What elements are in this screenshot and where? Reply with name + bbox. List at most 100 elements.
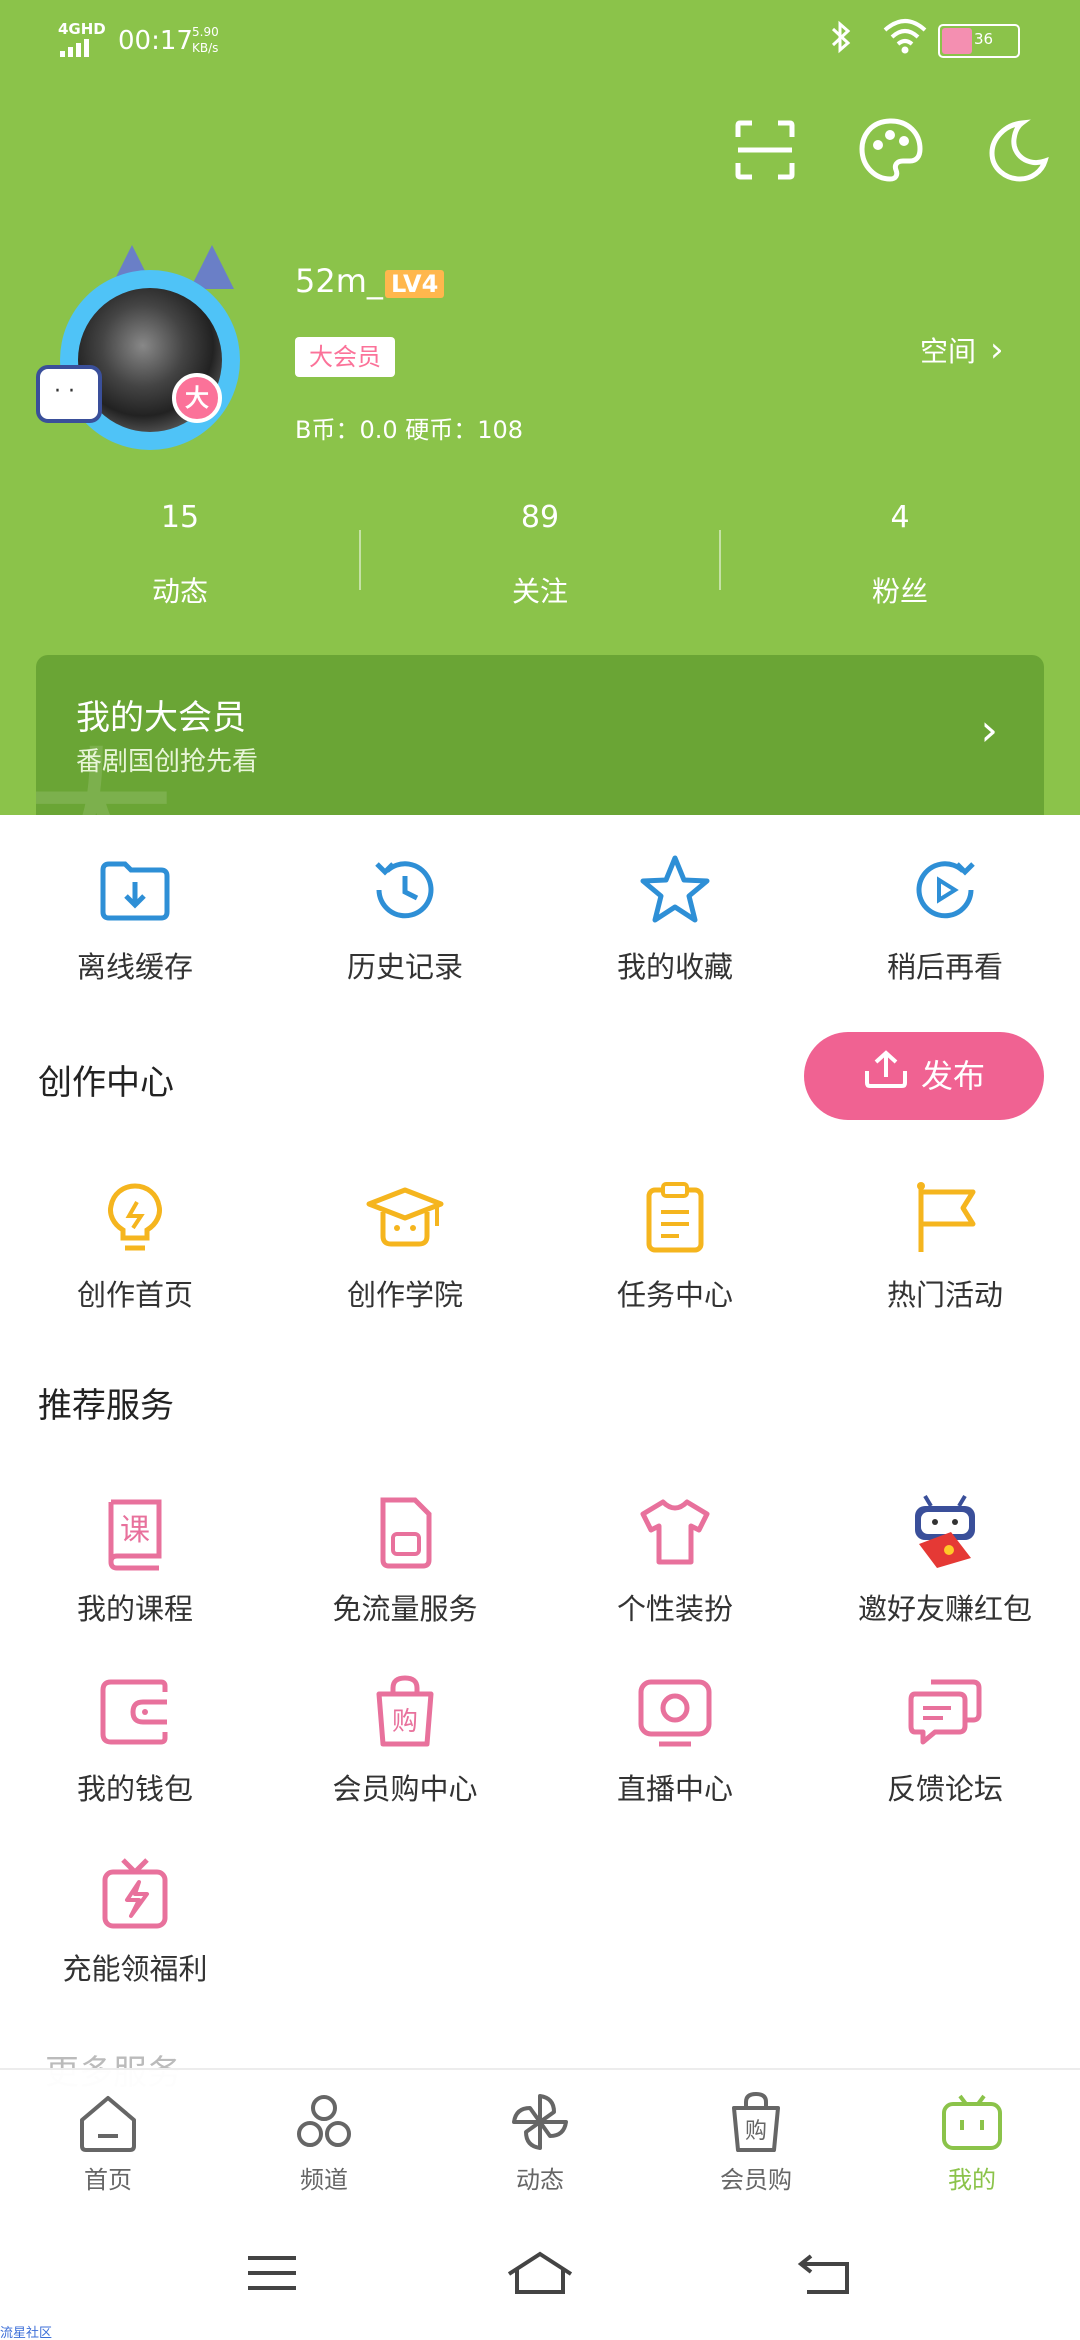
home-icon [76, 2090, 140, 2154]
publish-label: 发布 [920, 1057, 985, 1095]
coin-balance: B币：0.0 硬币：108 [295, 416, 524, 444]
system-home-icon[interactable] [505, 2248, 575, 2298]
clock-time: 00:17 [118, 26, 193, 56]
vip-banner-title: 我的大会员 [76, 698, 246, 738]
channel-icon [292, 2090, 356, 2154]
services-title: 推荐服务 [38, 1386, 174, 1426]
stat-following[interactable]: 89 关注 [360, 500, 720, 610]
stat-count: 15 [160, 500, 200, 535]
service-item-label: 直播中心 [616, 1772, 733, 1806]
service-item-dress-up[interactable]: 个性装扮 [540, 1492, 810, 1628]
quick-item-favorites[interactable]: 我的收藏 [540, 850, 810, 986]
service-item-label: 会员购中心 [332, 1772, 478, 1806]
service-item-label: 邀好友赚红包 [857, 1592, 1032, 1626]
nav-label: 我的 [948, 2166, 996, 2194]
network-speed: 5.90 KB/s [192, 25, 219, 55]
service-item-courses[interactable]: 课 我的课程 [0, 1492, 270, 1628]
wallet-icon [95, 1672, 175, 1752]
stat-label: 动态 [151, 575, 208, 608]
course-book-icon: 课 [95, 1492, 175, 1572]
service-item-label: 反馈论坛 [886, 1772, 1003, 1806]
svg-text:课: 课 [120, 1513, 150, 1548]
nav-dynamics[interactable]: 动态 [432, 2090, 648, 2195]
shop-bag-icon: 购 [724, 2090, 788, 2154]
tshirt-icon [635, 1492, 715, 1572]
nav-label: 频道 [300, 2166, 348, 2194]
creation-item-label: 创作学院 [346, 1278, 463, 1312]
quick-item-label: 历史记录 [346, 950, 463, 984]
quick-item-history[interactable]: 历史记录 [270, 850, 540, 986]
vip-banner-subtitle: 番剧国创抢先看 [76, 747, 259, 777]
chevron-right-icon: › [990, 330, 1004, 370]
publish-button[interactable]: 发布 [804, 1032, 1044, 1120]
quick-item-label: 稍后再看 [886, 950, 1003, 984]
nav-label: 会员购 [720, 2166, 792, 2194]
star-icon [635, 850, 715, 930]
nav-label: 动态 [516, 2166, 564, 2194]
service-item-vip-shop[interactable]: 购 会员购中心 [270, 1672, 540, 1808]
quick-item-offline-cache[interactable]: 离线缓存 [0, 850, 270, 986]
creation-item-home[interactable]: 创作首页 [0, 1178, 270, 1314]
battery-icon: 36 [938, 24, 1020, 58]
username: 52m_ [295, 262, 383, 300]
chevron-right-icon: › [980, 705, 998, 756]
stat-label: 关注 [511, 575, 568, 608]
quick-item-watch-later[interactable]: 稍后再看 [810, 850, 1080, 986]
service-item-label: 我的课程 [76, 1592, 193, 1626]
vip-tag[interactable]: 大会员 [295, 337, 395, 377]
tv-mine-icon [940, 2090, 1004, 2154]
service-item-free-data[interactable]: 免流量服务 [270, 1492, 540, 1628]
vip-badge: 大 [172, 373, 222, 423]
night-mode-moon-icon[interactable] [982, 115, 1052, 185]
service-item-feedback[interactable]: 反馈论坛 [810, 1672, 1080, 1808]
stat-followers[interactable]: 4 粉丝 [720, 500, 1080, 610]
stat-dynamics[interactable]: 15 动态 [0, 500, 360, 610]
creation-item-academy[interactable]: 创作学院 [270, 1178, 540, 1314]
creation-item-label: 创作首页 [76, 1278, 193, 1312]
service-item-invite-friends[interactable]: 邀好友赚红包 [810, 1492, 1080, 1628]
service-item-charge-benefits[interactable]: 充能领福利 [0, 1852, 270, 1988]
service-item-live-center[interactable]: 直播中心 [540, 1672, 810, 1808]
gift-charge-icon [95, 1852, 175, 1932]
back-icon[interactable] [795, 2248, 855, 2298]
level-badge: LV4 [385, 270, 445, 298]
signal-icon [60, 38, 92, 57]
space-link[interactable]: 空间 › [920, 330, 1004, 370]
nav-vip-shop[interactable]: 购 会员购 [648, 2090, 864, 2195]
creation-item-label: 热门活动 [886, 1278, 1003, 1312]
profile-header: 4GHD 00:17 5.90 KB/s 36 · · 大 52m_ LV4 大… [0, 0, 1080, 815]
space-link-label: 空间 [920, 335, 977, 368]
palette-icon[interactable] [856, 115, 926, 185]
creation-item-events[interactable]: 热门活动 [810, 1178, 1080, 1314]
service-item-label: 个性装扮 [616, 1592, 733, 1626]
network-type: 4GHD [58, 20, 106, 38]
menu-icon[interactable] [242, 2248, 302, 2298]
pinwheel-icon [508, 2090, 572, 2154]
creation-center-title: 创作中心 [38, 1063, 174, 1103]
svg-text:购: 购 [745, 2119, 767, 2144]
system-navigation-bar [0, 2218, 1080, 2328]
profile-stats: 15 动态 89 关注 4 粉丝 [0, 500, 1080, 630]
bluetooth-icon [828, 20, 854, 61]
nav-mine[interactable]: 我的 [864, 2090, 1080, 2195]
avatar[interactable]: 大 [30, 225, 275, 455]
play-later-icon [905, 850, 985, 930]
service-item-label: 充能领福利 [62, 1952, 208, 1986]
vip-banner[interactable]: 大 我的大会员 番剧国创抢先看 › [36, 655, 1044, 815]
mascot-red-envelope-icon [905, 1492, 985, 1572]
download-folder-icon [95, 850, 175, 930]
stat-count: 89 [520, 500, 560, 535]
creation-item-label: 任务中心 [616, 1278, 733, 1312]
scan-icon[interactable] [730, 115, 800, 185]
nav-label: 首页 [84, 2166, 132, 2194]
lightbulb-icon [95, 1178, 175, 1258]
creation-item-tasks[interactable]: 任务中心 [540, 1178, 810, 1314]
nav-channel[interactable]: 频道 [216, 2090, 432, 2195]
bottom-navigation: 首页 频道 动态 购 会员购 我的 [0, 2068, 1080, 2218]
quick-item-label: 我的收藏 [616, 950, 733, 984]
nav-home[interactable]: 首页 [0, 2090, 216, 2195]
bilibili-tv-badge-icon [36, 365, 102, 423]
service-item-wallet[interactable]: 我的钱包 [0, 1672, 270, 1808]
flag-icon [905, 1178, 985, 1258]
wifi-icon [882, 16, 928, 60]
